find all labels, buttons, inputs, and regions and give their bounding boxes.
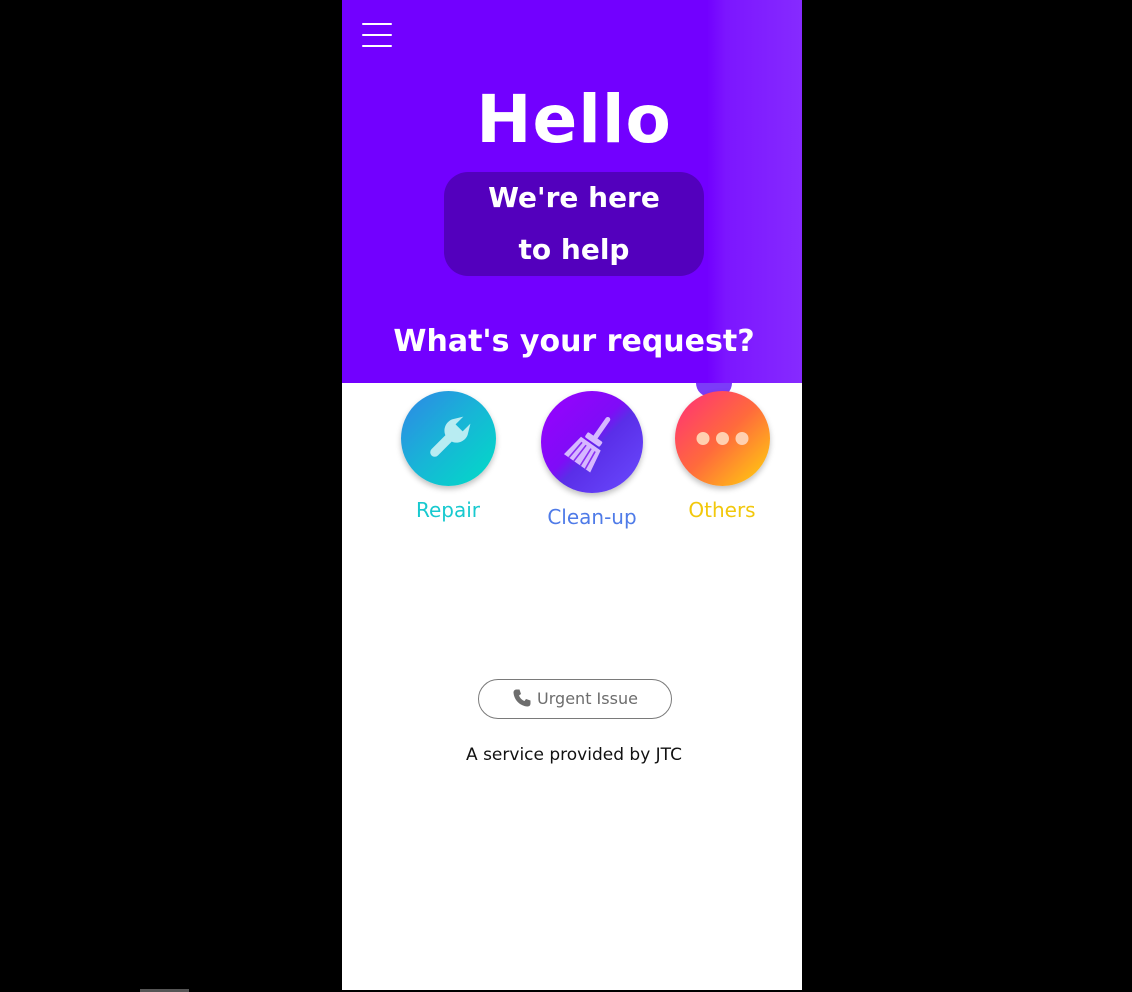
screen: Hello We're here to help What's your req… [0,0,1132,992]
provider-note: A service provided by JTC [466,745,682,765]
tagline-badge: We're here to help [444,172,704,276]
app-window: Hello We're here to help What's your req… [342,0,802,990]
service-cleanup-button[interactable]: Clean-up [528,391,656,531]
urgent-issue-button[interactable]: Urgent Issue [478,679,672,719]
service-label-cleanup: Clean-up [547,505,637,529]
service-repair-button[interactable]: Repair [390,391,506,524]
phone-icon [513,689,531,707]
more-dots-icon [696,432,748,445]
wrench-icon [429,416,470,457]
service-label-others: Others [688,498,756,522]
hamburger-menu-icon[interactable] [362,22,392,48]
service-label-repair: Repair [415,498,481,522]
service-others-button[interactable]: Others [664,391,780,524]
cleanup-circle [541,391,643,493]
greeting-title: Hello [476,81,672,158]
request-question: What's your request? [393,324,755,359]
others-circle [674,391,770,486]
repair-circle [400,391,496,486]
hero-header: Hello We're here to help What's your req… [342,0,802,383]
broom-icon [563,416,611,473]
urgent-issue-label: Urgent Issue [537,689,638,708]
